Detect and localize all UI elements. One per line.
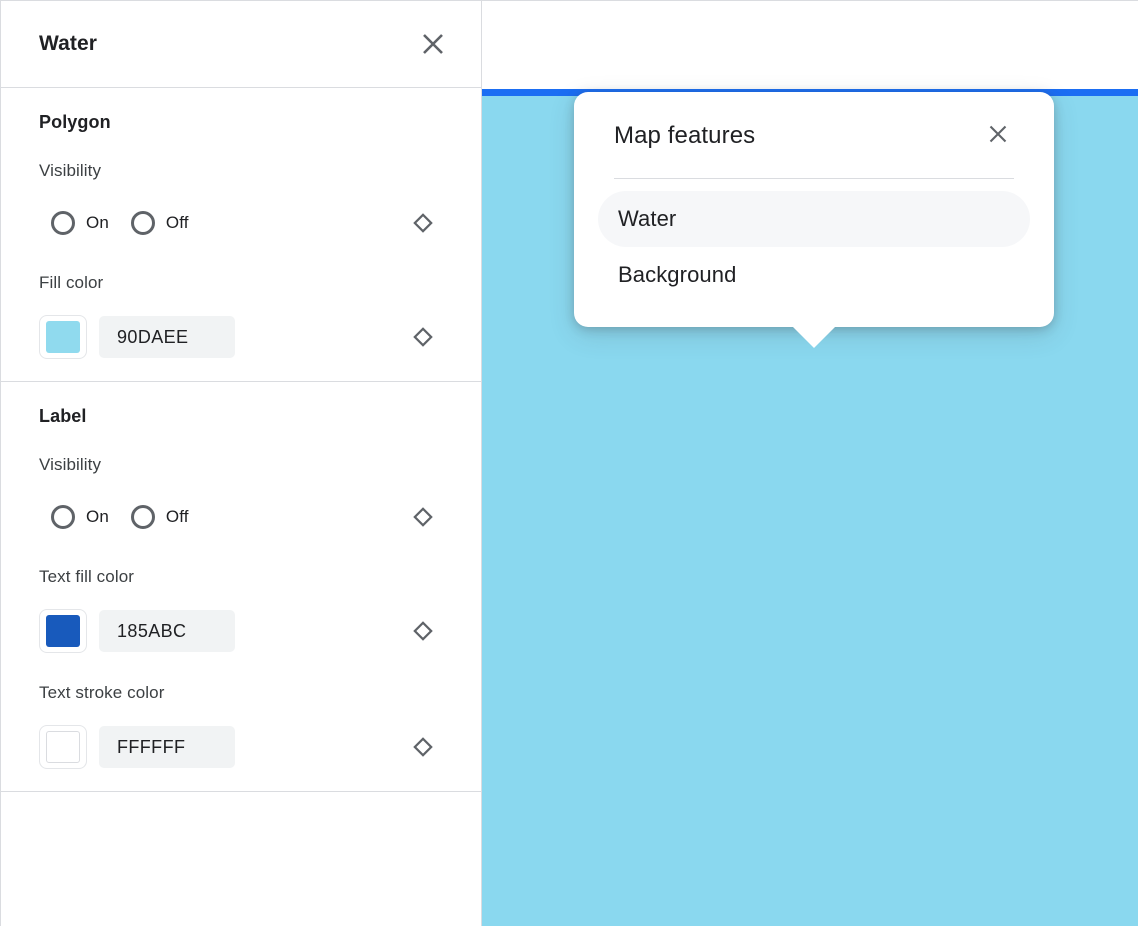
sidebar-header: Water [1, 1, 481, 88]
radio-polygon-visibility-off[interactable]: Off [130, 211, 189, 235]
label-text-stroke-color: Text stroke color [39, 683, 165, 702]
radio-polygon-visibility-on[interactable]: On [51, 211, 109, 235]
label-label-visibility: Visibility [39, 455, 102, 474]
radio-label: Off [165, 507, 189, 526]
color-control-polygon-fill: 90DAEE [39, 315, 403, 359]
diamond-icon [412, 736, 434, 758]
label-polygon-fill-color: Fill color [39, 273, 104, 292]
label-text-fill-color: Text fill color [39, 567, 135, 586]
diamond-icon [412, 506, 434, 528]
feature-style-sidebar: Water Polygon Visibility On Off Fill col… [1, 1, 482, 926]
color-control-text-stroke: FFFFFF [39, 725, 403, 769]
field-text-stroke-color: FFFFFF [39, 725, 443, 769]
radio-label-visibility-off[interactable]: Off [130, 505, 189, 529]
field-polygon-fill-color: 90DAEE [39, 315, 443, 359]
diamond-icon [412, 620, 434, 642]
section-label: Label Visibility On Off Text fill color … [1, 382, 481, 792]
hex-input-text-fill[interactable]: 185ABC [99, 610, 235, 652]
radio-circle-icon [130, 211, 155, 235]
field-polygon-visibility: On Off [39, 203, 443, 243]
section-polygon: Polygon Visibility On Off Fill color 90D… [1, 88, 481, 382]
map-toolbar [482, 1, 1138, 89]
map-features-popup: Map features Water Background [574, 92, 1054, 348]
radio-label: On [86, 213, 109, 232]
popup-header: Map features [598, 118, 1030, 154]
style-editor-app: Water Polygon Visibility On Off Fill col… [0, 0, 1138, 926]
radio-label: Off [165, 213, 189, 232]
popup-feature-list: Water Background [598, 191, 1030, 303]
radio-label: On [86, 507, 109, 526]
reset-text-stroke-color-button[interactable] [403, 727, 443, 767]
color-swatch-preview [46, 321, 80, 353]
color-swatch-text-fill[interactable] [39, 609, 87, 653]
color-swatch-text-stroke[interactable] [39, 725, 87, 769]
popup-item-background[interactable]: Background [598, 247, 1030, 303]
section-title-polygon: Polygon [39, 112, 111, 132]
color-control-text-fill: 185ABC [39, 609, 403, 653]
color-swatch-preview [46, 615, 80, 647]
radio-group-label-visibility: On Off [39, 505, 403, 529]
hex-input-text-stroke[interactable]: FFFFFF [99, 726, 235, 768]
diamond-icon [412, 326, 434, 348]
popup-item-water[interactable]: Water [598, 191, 1030, 247]
page-title: Water [39, 32, 98, 55]
map-preview-pane: Map features Water Background [482, 1, 1138, 926]
radio-circle-icon [51, 505, 75, 529]
field-label-visibility: On Off [39, 497, 443, 537]
radio-label-visibility-on[interactable]: On [51, 505, 109, 529]
reset-polygon-visibility-button[interactable] [403, 203, 443, 243]
popup-title: Map features [614, 122, 756, 149]
reset-text-fill-color-button[interactable] [403, 611, 443, 651]
diamond-icon [412, 212, 434, 234]
hex-input-polygon-fill[interactable]: 90DAEE [99, 316, 235, 358]
close-icon [987, 123, 1009, 150]
reset-polygon-fill-color-button[interactable] [403, 317, 443, 357]
radio-circle-icon [130, 505, 155, 529]
label-polygon-visibility: Visibility [39, 161, 102, 180]
sidebar-body: Polygon Visibility On Off Fill color 90D… [1, 88, 481, 926]
color-swatch-preview [46, 731, 80, 763]
popup-close-button[interactable] [980, 118, 1016, 154]
reset-label-visibility-button[interactable] [403, 497, 443, 537]
close-icon [420, 31, 446, 57]
popup-divider [614, 178, 1014, 179]
sidebar-close-button[interactable] [411, 22, 455, 66]
radio-group-polygon-visibility: On Off [39, 211, 403, 235]
color-swatch-polygon-fill[interactable] [39, 315, 87, 359]
popup-tail [792, 326, 836, 348]
radio-circle-icon [51, 211, 75, 235]
section-title-label: Label [39, 406, 87, 426]
field-text-fill-color: 185ABC [39, 609, 443, 653]
